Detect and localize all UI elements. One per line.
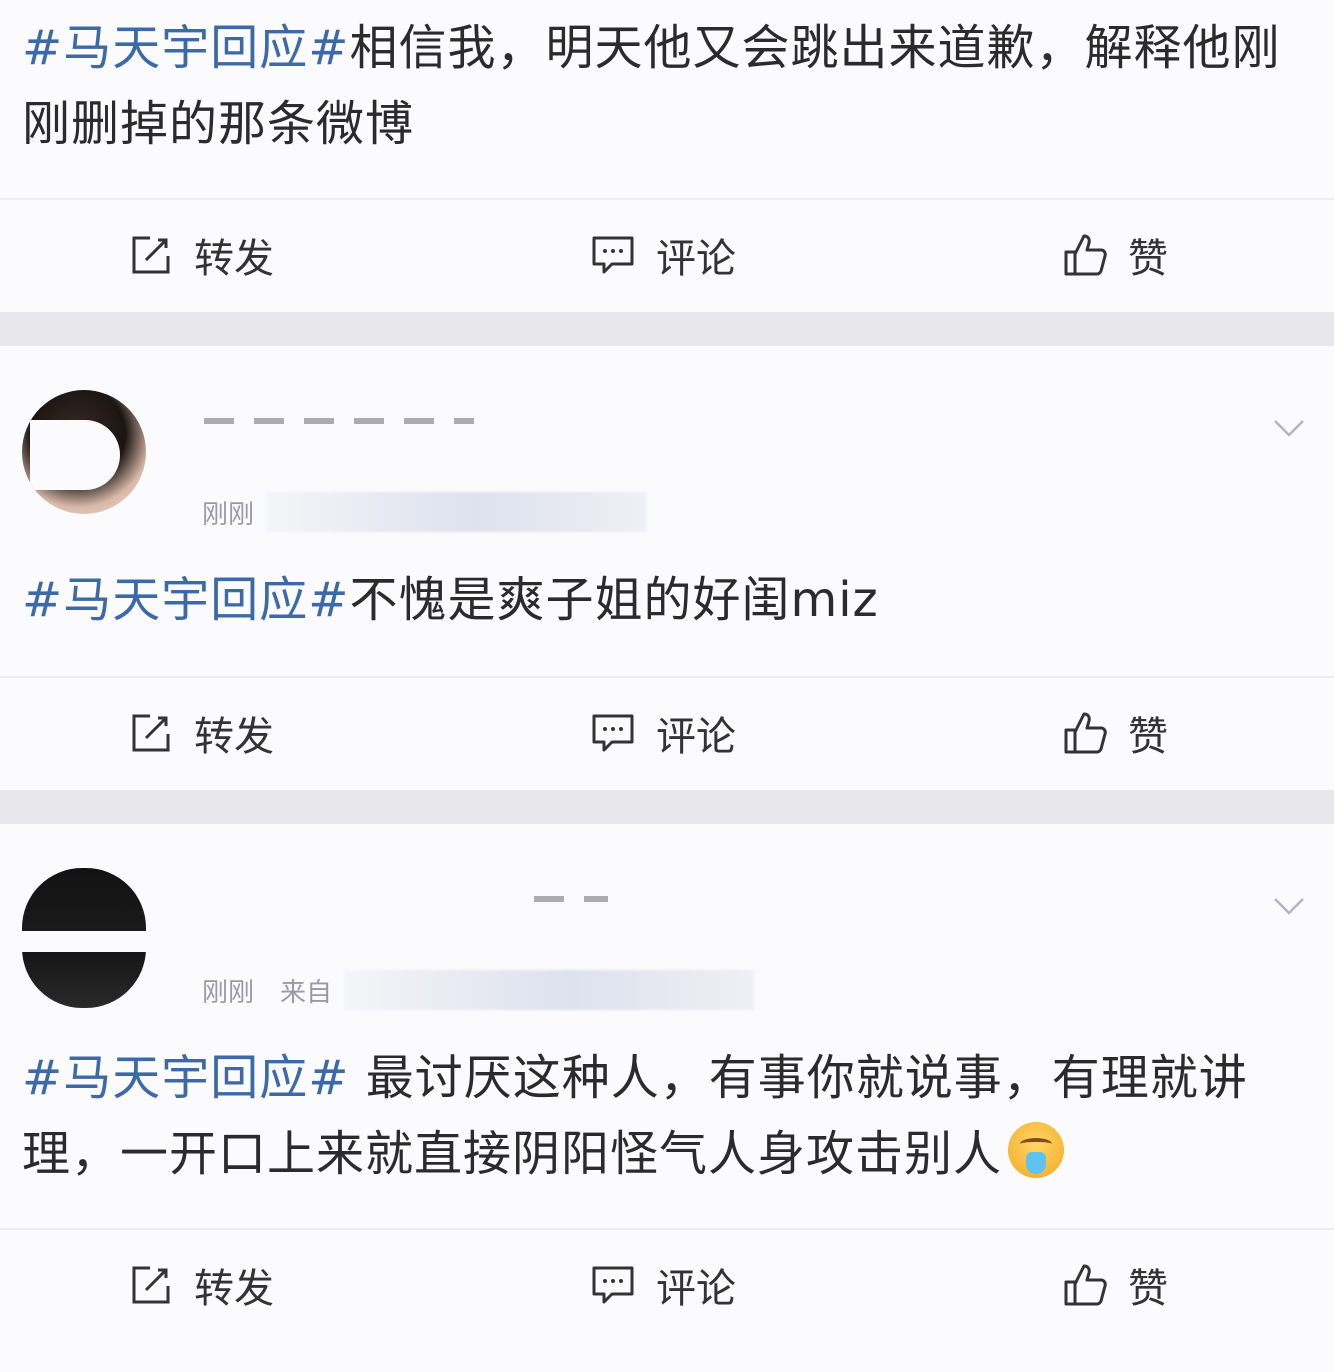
repost-label: 转发	[194, 714, 274, 760]
avatar[interactable]	[22, 390, 146, 514]
post-source-prefix: 来自	[280, 977, 333, 1008]
comment-button[interactable]: 评论	[590, 1230, 736, 1340]
source-redacted	[266, 492, 647, 532]
like-button[interactable]: 赞	[1062, 678, 1168, 788]
post-3-action-bar: 转发 评论 赞	[0, 1228, 1334, 1340]
comment-label: 评论	[656, 714, 736, 760]
username[interactable]	[204, 418, 474, 424]
like-label: 赞	[1128, 714, 1168, 760]
puking-face-emoji	[1008, 1122, 1065, 1178]
like-button[interactable]: 赞	[1062, 200, 1168, 310]
post-1-text: #马天宇回应#相信我，明天他又会跳出来道歉，解释他刚刚删掉的那条微博	[22, 10, 1314, 162]
comment-label: 评论	[656, 236, 736, 282]
thumbs-up-icon	[1064, 1264, 1107, 1306]
post-2: 刚刚 #马天宇回应#不愧是爽子姐的好闺miz 转发 评论 赞	[0, 346, 1334, 790]
repost-label: 转发	[194, 1266, 274, 1312]
post-3-hashtag[interactable]: #马天宇回应#	[22, 1050, 349, 1106]
post-meta: 刚刚	[202, 492, 647, 532]
repost-button[interactable]: 转发	[128, 200, 274, 310]
repost-icon	[132, 236, 170, 274]
like-label: 赞	[1128, 236, 1168, 282]
post-meta: 刚刚 来自	[202, 970, 755, 1010]
repost-button[interactable]: 转发	[128, 678, 274, 788]
repost-icon	[132, 714, 170, 752]
repost-button[interactable]: 转发	[128, 1230, 274, 1340]
avatar[interactable]	[22, 868, 146, 1008]
post-separator	[0, 790, 1334, 824]
comment-icon	[592, 236, 634, 274]
repost-icon	[132, 1266, 170, 1304]
post-time: 刚刚	[202, 499, 255, 530]
post-1: #马天宇回应#相信我，明天他又会跳出来道歉，解释他刚刚删掉的那条微博 转发 评论…	[0, 0, 1334, 312]
like-button[interactable]: 赞	[1062, 1230, 1168, 1340]
comment-icon	[592, 714, 634, 752]
post-time: 刚刚	[202, 977, 255, 1008]
post-2-text: #马天宇回应#不愧是爽子姐的好闺miz	[22, 562, 1314, 638]
thumbs-up-icon	[1064, 234, 1107, 276]
repost-label: 转发	[194, 236, 274, 282]
post-2-hashtag[interactable]: #马天宇回应#	[22, 572, 349, 628]
post-2-body: 不愧是爽子姐的好闺miz	[349, 572, 879, 628]
thumbs-up-icon	[1064, 712, 1107, 754]
comment-button[interactable]: 评论	[590, 200, 736, 310]
post-2-action-bar: 转发 评论 赞	[0, 676, 1334, 788]
post-1-hashtag[interactable]: #马天宇回应#	[22, 20, 349, 76]
post-3: 刚刚 来自 #马天宇回应# 最讨厌这种人，有事你就说事，有理就讲理，一开口上来就…	[0, 824, 1334, 1372]
post-1-action-bar: 转发 评论 赞	[0, 198, 1334, 310]
comment-label: 评论	[656, 1266, 736, 1312]
chevron-down-icon[interactable]	[1272, 410, 1306, 444]
chevron-down-icon[interactable]	[1272, 888, 1306, 922]
post-3-text: #马天宇回应# 最讨厌这种人，有事你就说事，有理就讲理，一开口上来就直接阴阳怪气…	[22, 1040, 1314, 1192]
comment-button[interactable]: 评论	[590, 678, 736, 788]
comment-icon	[592, 1266, 634, 1304]
username[interactable]	[534, 896, 608, 902]
post-separator	[0, 312, 1334, 346]
like-label: 赞	[1128, 1266, 1168, 1312]
source-redacted	[344, 970, 755, 1010]
